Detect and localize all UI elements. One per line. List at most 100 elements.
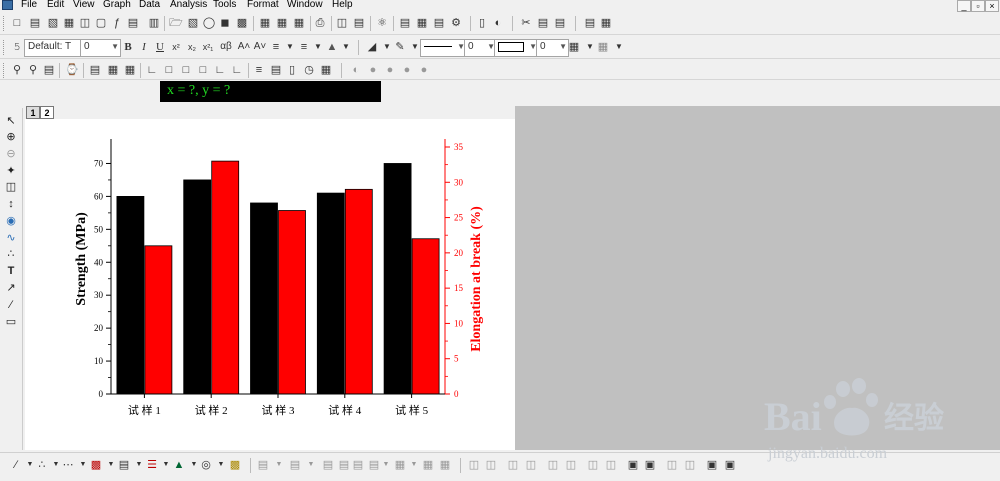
layer-tab-2[interactable]: 2: [40, 106, 54, 119]
restore-button[interactable]: ▫: [971, 0, 985, 12]
contour-plot-icon[interactable]: ▲: [171, 457, 187, 473]
column-plot-icon[interactable]: ▩: [88, 457, 104, 473]
open-icon[interactable]: 🗁: [168, 15, 184, 31]
add-layer-icon[interactable]: ▤: [582, 15, 598, 31]
align-icon[interactable]: ▦: [420, 457, 436, 473]
axes-frame-icon[interactable]: □: [178, 62, 194, 78]
layer-arrange-icon[interactable]: ▤: [255, 457, 271, 473]
back-icon[interactable]: ▣: [642, 457, 658, 473]
chevron-down-icon[interactable]: ▼: [303, 457, 319, 473]
zoom-in-icon[interactable]: ⊕: [3, 130, 19, 145]
menu-data[interactable]: Data: [139, 0, 160, 10]
same-width-icon[interactable]: ◫: [585, 457, 601, 473]
toolbar-grip[interactable]: [3, 63, 6, 78]
chevron-down-icon[interactable]: ▼: [611, 39, 627, 55]
menu-graph[interactable]: Graph: [103, 0, 131, 10]
underline-button[interactable]: U: [152, 39, 168, 55]
toolbar-grip[interactable]: [3, 16, 6, 31]
border-select[interactable]: ▼: [494, 39, 539, 57]
menu-analysis[interactable]: Analysis: [170, 0, 207, 10]
legend-icon[interactable]: ▤: [268, 62, 284, 78]
ungroup-objects-icon[interactable]: ◫: [682, 457, 698, 473]
pie-chart-icon[interactable]: ▤: [116, 457, 132, 473]
reset-icon[interactable]: ●: [416, 62, 432, 78]
align-vcenter-icon[interactable]: ◫: [563, 457, 579, 473]
new-graph-icon[interactable]: ▧: [45, 15, 61, 31]
line-style-select[interactable]: ▼: [420, 39, 467, 57]
perspective-icon[interactable]: ●: [399, 62, 415, 78]
layout-grid-icon[interactable]: ▦: [105, 62, 121, 78]
menu-window[interactable]: Window: [287, 0, 323, 10]
new-function-graph-icon[interactable]: ▥: [146, 15, 162, 31]
layer-tab-1[interactable]: 1: [26, 106, 40, 119]
draw-data-icon[interactable]: ∿: [3, 231, 19, 246]
italic-button[interactable]: I: [136, 39, 152, 55]
align-right-icon[interactable]: ◫: [483, 457, 499, 473]
add-column-icon[interactable]: ▯: [474, 15, 490, 31]
rectangle-tool-icon[interactable]: ▭: [3, 315, 19, 330]
grid-icon[interactable]: ≡: [251, 62, 267, 78]
font-select[interactable]: Default: T: [24, 39, 83, 57]
axes-TR-icon[interactable]: ∟: [229, 62, 245, 78]
bring-front-icon[interactable]: ▤: [320, 457, 336, 473]
new-excel-icon[interactable]: ◫: [77, 15, 93, 31]
menu-view[interactable]: View: [73, 0, 95, 10]
front-icon[interactable]: ▣: [625, 457, 641, 473]
minimize-button[interactable]: _: [957, 0, 971, 12]
menu-tools[interactable]: Tools: [213, 0, 236, 10]
supsub-button[interactable]: x²₁: [200, 39, 216, 55]
code-builder-icon[interactable]: ▤: [431, 15, 447, 31]
layout-stack-icon[interactable]: ▦: [122, 62, 138, 78]
chevron-down-icon[interactable]: ▼: [271, 457, 287, 473]
project-explorer-icon[interactable]: ⚛: [374, 15, 390, 31]
new-project-icon[interactable]: □: [9, 15, 25, 31]
layer-stack-icon[interactable]: ▤: [287, 457, 303, 473]
axes-top-icon[interactable]: ∟: [212, 62, 228, 78]
toolbar-grip[interactable]: [3, 40, 6, 55]
mask-icon[interactable]: ◉: [3, 214, 19, 229]
lighting-icon[interactable]: ◐: [348, 62, 364, 78]
region-icon[interactable]: ∴: [3, 247, 19, 262]
align-left-icon[interactable]: ◫: [466, 457, 482, 473]
fill-color-icon[interactable]: ◢: [364, 39, 380, 55]
import-ascii-icon[interactable]: ▦: [257, 15, 273, 31]
close-button[interactable]: ×: [985, 0, 999, 12]
zoom-icon[interactable]: ⚲: [25, 62, 41, 78]
cut-icon[interactable]: ✂: [518, 15, 534, 31]
3d-plot-icon[interactable]: ▩: [227, 457, 243, 473]
superscript-button[interactable]: x²: [168, 39, 184, 55]
copy-icon[interactable]: ▤: [535, 15, 551, 31]
open-template-icon[interactable]: ▧: [185, 15, 201, 31]
import-icon[interactable]: ◯: [201, 15, 217, 31]
new-notes-icon[interactable]: ▤: [125, 15, 141, 31]
columns-icon[interactable]: ▦: [598, 15, 614, 31]
refresh-icon[interactable]: ◫: [334, 15, 350, 31]
align-top-icon[interactable]: ◫: [505, 457, 521, 473]
layout-icon[interactable]: ▤: [87, 62, 103, 78]
font-size-select[interactable]: 0 ▼: [80, 39, 121, 57]
grid-pattern-icon[interactable]: ▦: [595, 39, 611, 55]
layer-management-icon[interactable]: ◐: [490, 15, 506, 31]
print-icon[interactable]: ⎙: [312, 15, 328, 31]
menu-format[interactable]: Format: [247, 0, 279, 10]
script-window-icon[interactable]: ▦: [414, 15, 430, 31]
data-reader-icon[interactable]: ◫: [3, 180, 19, 195]
menu-help[interactable]: Help: [332, 0, 353, 10]
data-selector-icon[interactable]: ↕: [3, 197, 19, 212]
polar-plot-icon[interactable]: ◎: [198, 457, 214, 473]
command-window-icon[interactable]: ⚙: [448, 15, 464, 31]
new-function-icon[interactable]: ƒ: [109, 15, 125, 31]
decrease-font-button[interactable]: A˅: [252, 39, 268, 55]
group-icon[interactable]: ▤: [350, 457, 366, 473]
table-icon[interactable]: ▦: [318, 62, 334, 78]
bold-button[interactable]: B: [120, 39, 136, 55]
save-icon[interactable]: ◼: [217, 15, 233, 31]
line-symbol-icon[interactable]: ⋯: [60, 457, 76, 473]
import-wizard-icon[interactable]: ▦: [291, 15, 307, 31]
pattern-icon[interactable]: ▦: [566, 39, 582, 55]
border-width-select[interactable]: 0 ▼: [536, 39, 569, 57]
chevron-down-icon[interactable]: ▼: [338, 39, 354, 55]
results-log-icon[interactable]: ▤: [397, 15, 413, 31]
new-worksheet-icon[interactable]: ▤: [27, 15, 43, 31]
new-layout-icon[interactable]: ▢: [93, 15, 109, 31]
